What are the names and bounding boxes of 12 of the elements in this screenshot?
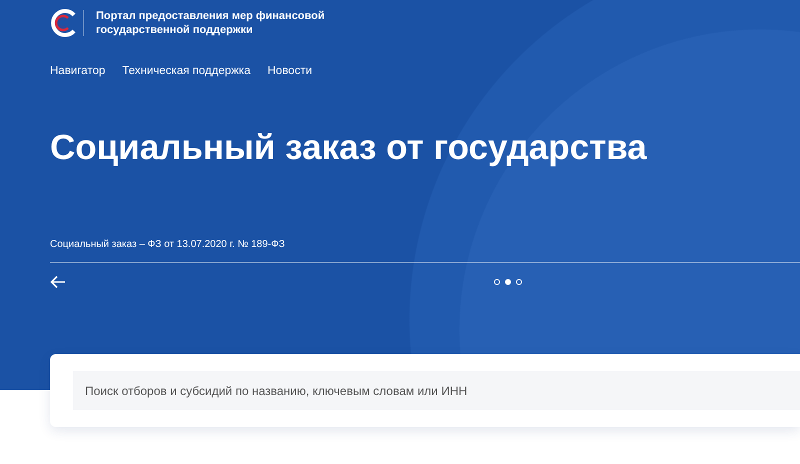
slide-dot[interactable]	[494, 279, 500, 285]
back-arrow-icon[interactable]	[50, 275, 66, 289]
search-field[interactable]: Поиск отборов и субсидий по названию, ключевым словам или ИНН	[73, 371, 800, 410]
hero-caption: Социальный заказ – ФЗ от 13.07.2020 г. № 189-ФЗ	[50, 238, 286, 252]
slide-dot[interactable]	[505, 279, 511, 285]
nav-link[interactable]: Новости	[268, 63, 312, 79]
slide-dot[interactable]	[516, 279, 522, 285]
nav-link[interactable]: Техническая поддержка	[122, 63, 250, 79]
hero-title: Социальный заказ от государства	[50, 127, 648, 169]
nav-link[interactable]: Навигатор	[50, 63, 106, 79]
logo-icon	[50, 9, 78, 37]
portal-title: Портал предоставления мер финансовой государственной поддержки	[96, 9, 326, 37]
